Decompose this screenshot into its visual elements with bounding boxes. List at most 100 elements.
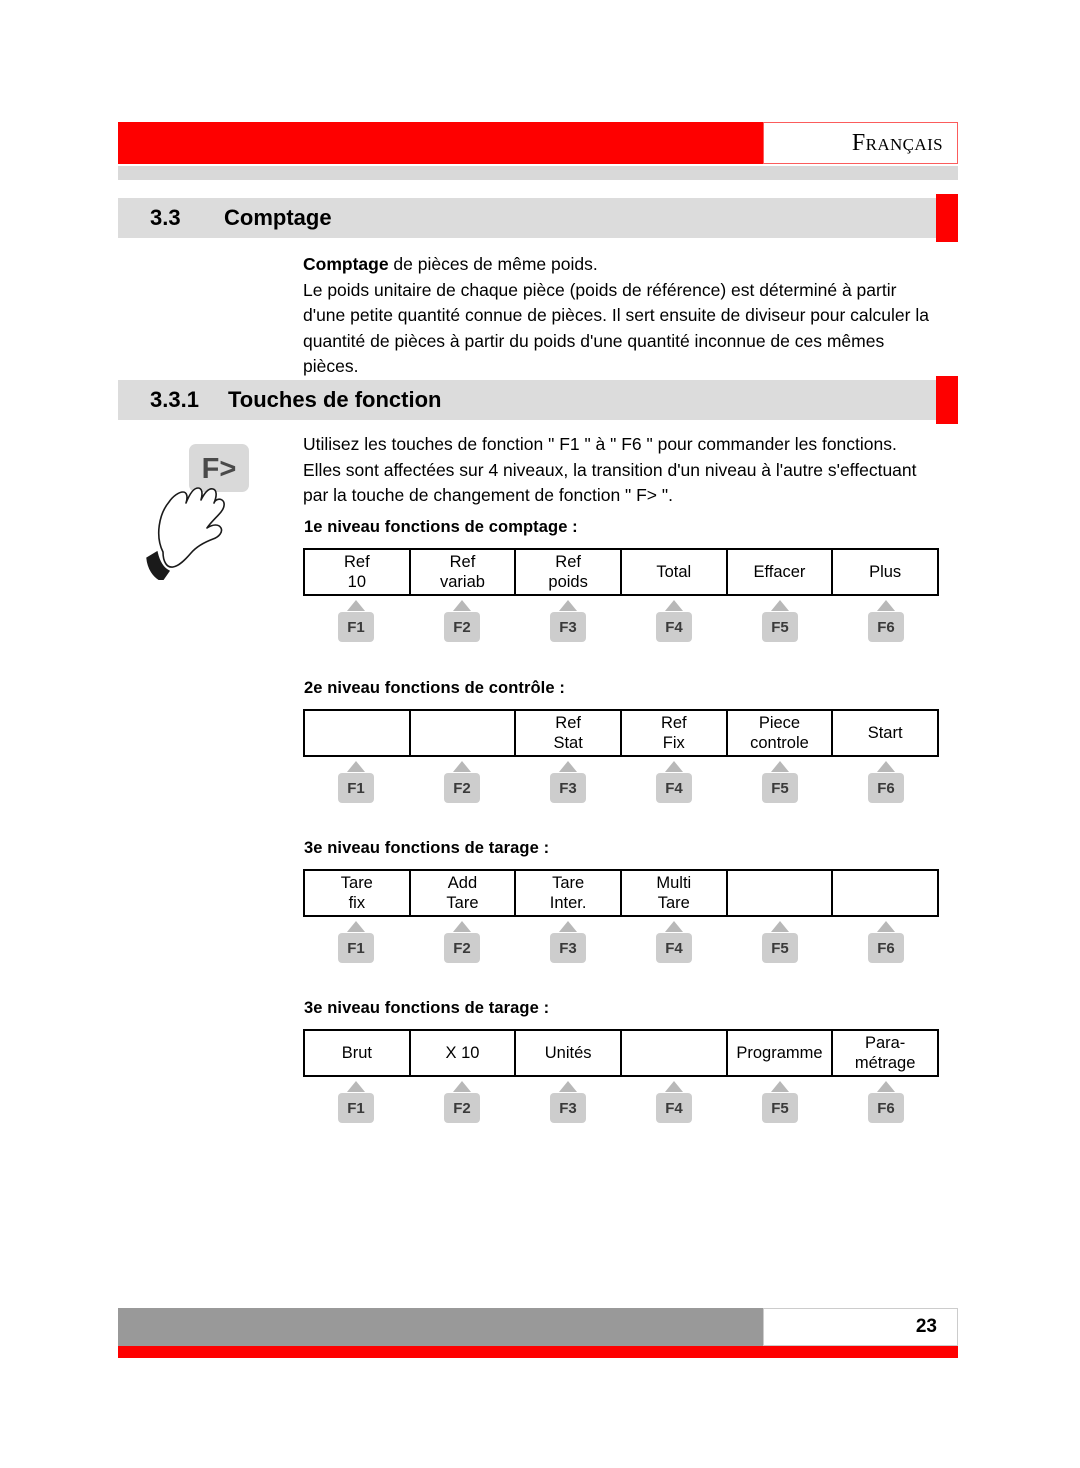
function-cell-f5[interactable]: Programme [725, 1029, 834, 1077]
function-cell-f2[interactable]: Add Tare [408, 869, 517, 917]
function-cell-f5[interactable] [725, 869, 834, 917]
up-arrow-icon [771, 921, 789, 932]
page-header: Français [118, 122, 958, 164]
fkey-cap[interactable]: F1 [338, 1093, 374, 1123]
fkey-cap[interactable]: F5 [762, 773, 798, 803]
fkey-cap[interactable]: F2 [444, 612, 480, 642]
fkey-item[interactable]: F1 [303, 761, 409, 803]
fkey-cap[interactable]: F1 [338, 773, 374, 803]
fkey-row: F1 F2 F3 F4 F5 F6 [303, 600, 939, 642]
fkey-cap[interactable]: F1 [338, 933, 374, 963]
fkey-item[interactable]: F4 [621, 1081, 727, 1123]
section-band-red-marker [936, 376, 958, 424]
up-arrow-icon [877, 1081, 895, 1092]
fkey-item[interactable]: F5 [727, 1081, 833, 1123]
fkey-item[interactable]: F5 [727, 761, 833, 803]
fkey-item[interactable]: F6 [833, 761, 939, 803]
up-arrow-icon [559, 1081, 577, 1092]
function-cell-f5[interactable]: Piece controle [725, 709, 834, 757]
function-cell-f4[interactable] [619, 1029, 728, 1077]
fkey-cap[interactable]: F2 [444, 933, 480, 963]
cell-line-1: Piece [758, 714, 801, 732]
fkey-cap[interactable]: F4 [656, 1093, 692, 1123]
fkey-cap[interactable]: F3 [550, 773, 586, 803]
fkey-item[interactable]: F1 [303, 1081, 409, 1123]
function-cell-f4[interactable]: Total [619, 548, 728, 596]
fkey-item[interactable]: F3 [515, 1081, 621, 1123]
fkey-item[interactable]: F2 [409, 600, 515, 642]
section-band-red-marker [936, 194, 958, 242]
table-row: Ref 10 Ref variab Ref poids Total Effacer P… [303, 548, 939, 596]
function-cell-f6[interactable]: Plus [831, 548, 939, 596]
fkey-item[interactable]: F1 [303, 600, 409, 642]
fkey-item[interactable]: F3 [515, 761, 621, 803]
function-cell-f1[interactable] [303, 709, 411, 757]
function-cell-f1[interactable]: Tare fix [303, 869, 411, 917]
fkey-cap[interactable]: F5 [762, 933, 798, 963]
function-cell-f5[interactable]: Effacer [725, 548, 834, 596]
subsection-title: Touches de fonction [228, 387, 442, 412]
fkey-cap[interactable]: F6 [868, 1093, 904, 1123]
fkey-cap[interactable]: F5 [762, 1093, 798, 1123]
cell-line-1: Tare [552, 874, 585, 892]
up-arrow-icon [347, 761, 365, 772]
fkey-item[interactable]: F2 [409, 1081, 515, 1123]
cell-line-1: Start [867, 724, 903, 742]
function-table: Ref 10 Ref variab Ref poids Total Effacer P… [303, 548, 939, 596]
fkey-cap[interactable]: F5 [762, 612, 798, 642]
cell-line-2: Tare [446, 894, 479, 912]
fkey-item[interactable]: F2 [409, 761, 515, 803]
function-cell-f6[interactable] [831, 869, 939, 917]
fkey-item[interactable]: F2 [409, 921, 515, 963]
fkey-cap[interactable]: F3 [550, 1093, 586, 1123]
fkey-item[interactable]: F4 [621, 761, 727, 803]
function-cell-f2[interactable]: Ref variab [408, 548, 517, 596]
cell-line-2: Fix [662, 734, 685, 752]
function-cell-f2[interactable]: X 10 [408, 1029, 517, 1077]
up-arrow-icon [559, 921, 577, 932]
fkey-item[interactable]: F6 [833, 600, 939, 642]
table-row: Tare fix Add Tare Tare Inter. Multi Tare [303, 869, 939, 917]
fkey-item[interactable]: F3 [515, 600, 621, 642]
fkey-item[interactable]: F1 [303, 921, 409, 963]
function-cell-f6[interactable]: Start [831, 709, 939, 757]
fkey-item[interactable]: F5 [727, 600, 833, 642]
fkey-item[interactable]: F4 [621, 921, 727, 963]
function-cell-f1[interactable]: Ref 10 [303, 548, 411, 596]
function-cell-f2[interactable] [408, 709, 517, 757]
cell-line-2: métrage [854, 1054, 916, 1072]
fkey-cap[interactable]: F3 [550, 612, 586, 642]
function-cell-f3[interactable]: Tare Inter. [514, 869, 622, 917]
fkey-cap[interactable]: F4 [656, 612, 692, 642]
fkey-item[interactable]: F4 [621, 600, 727, 642]
function-cell-f1[interactable]: Brut [303, 1029, 411, 1077]
cell-line-2: fix [348, 894, 366, 912]
level-block-4: 3e niveau fonctions de tarage : Brut X 1… [303, 999, 939, 1123]
fkey-cap[interactable]: F6 [868, 933, 904, 963]
fkey-cap[interactable]: F1 [338, 612, 374, 642]
intro-paragraph: Comptage de pièces de même poids. Le poi… [303, 252, 943, 380]
fkey-cap[interactable]: F2 [444, 1093, 480, 1123]
function-cell-f4[interactable]: Ref Fix [619, 709, 728, 757]
fkey-row: F1 F2 F3 F4 F5 F6 [303, 761, 939, 803]
cell-line-1: Total [656, 563, 692, 581]
function-cell-f6[interactable]: Para-métrage [831, 1029, 939, 1077]
function-cell-f3[interactable]: Ref poids [514, 548, 622, 596]
fkey-cap[interactable]: F6 [868, 773, 904, 803]
fkey-item[interactable]: F6 [833, 1081, 939, 1123]
fkey-cap[interactable]: F4 [656, 933, 692, 963]
fkey-cap[interactable]: F4 [656, 773, 692, 803]
up-arrow-icon [453, 1081, 471, 1092]
fkey-item[interactable]: F6 [833, 921, 939, 963]
function-cell-f3[interactable]: Unités [514, 1029, 622, 1077]
fkey-item[interactable]: F3 [515, 921, 621, 963]
up-arrow-icon [771, 600, 789, 611]
cell-line-2: 10 [347, 573, 366, 591]
function-cell-f3[interactable]: Ref Stat [514, 709, 622, 757]
up-arrow-icon [347, 600, 365, 611]
function-cell-f4[interactable]: Multi Tare [619, 869, 728, 917]
fkey-item[interactable]: F5 [727, 921, 833, 963]
fkey-cap[interactable]: F2 [444, 773, 480, 803]
fkey-cap[interactable]: F6 [868, 612, 904, 642]
fkey-cap[interactable]: F3 [550, 933, 586, 963]
